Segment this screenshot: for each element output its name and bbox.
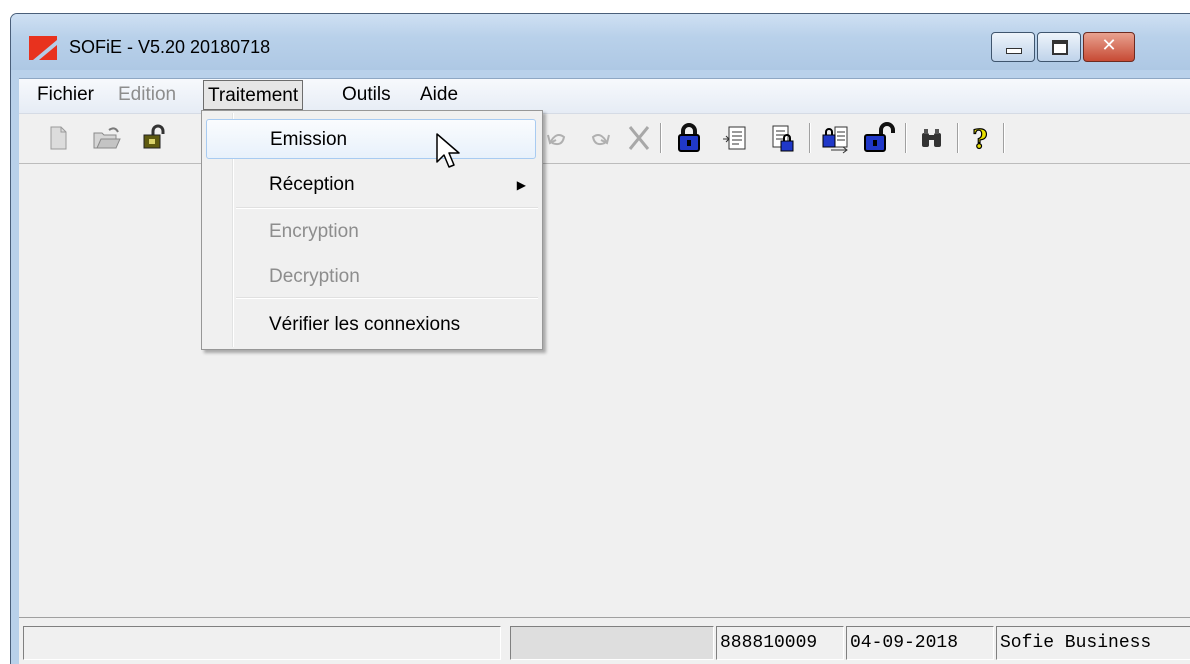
title-bar[interactable]: SOFiE - V5.20 20180718: [11, 14, 1190, 70]
menu-item-label: Decryption: [269, 266, 360, 287]
client-area: Fichier Edition Traitement Outils Aide ?…: [19, 78, 1190, 664]
menu-item-label: Vérifier les connexions: [269, 314, 461, 335]
mouse-pointer-icon: [436, 133, 460, 168]
menu-item-decryption[interactable]: Decryption: [206, 257, 536, 297]
app-logo-icon: [29, 36, 57, 60]
status-bar: 888810009 04-09-2018 Sofie Business: [19, 617, 1190, 664]
menu-outils[interactable]: Outils: [338, 80, 395, 110]
new-document-icon[interactable]: [41, 121, 75, 155]
redo-icon[interactable]: [585, 121, 619, 155]
submenu-arrow-icon: ▶: [516, 178, 526, 192]
document-list-icon[interactable]: [719, 121, 753, 155]
toolbar-separator: [1003, 123, 1005, 153]
menu-item-label: Emission: [270, 129, 348, 150]
toolbar-separator: [809, 123, 811, 153]
menu-separator: [236, 207, 538, 209]
document-lock-icon[interactable]: [765, 121, 799, 155]
menu-aide[interactable]: Aide: [416, 80, 462, 110]
status-panel-product: Sofie Business: [996, 626, 1190, 660]
binoculars-icon[interactable]: [915, 121, 949, 155]
toolbar-separator: [905, 123, 907, 153]
menu-bar: Fichier Edition Traitement Outils Aide: [19, 79, 1190, 114]
open-folder-icon[interactable]: [89, 121, 123, 155]
maximize-button[interactable]: [1037, 32, 1081, 62]
close-button[interactable]: [1083, 32, 1135, 62]
menu-item-encryption[interactable]: Encryption: [206, 212, 536, 252]
delete-icon[interactable]: [622, 121, 656, 155]
encrypt-lock-icon[interactable]: [672, 121, 706, 155]
menu-item-label: Réception: [269, 174, 355, 195]
toolbar: ?: [19, 115, 1190, 164]
menu-edition[interactable]: Edition: [114, 80, 180, 110]
toolbar-separator: [660, 123, 662, 153]
menu-separator: [236, 297, 538, 299]
window-title: SOFiE - V5.20 20180718: [69, 37, 271, 57]
status-panel-date: 04-09-2018: [846, 626, 994, 660]
status-panel-progress: [510, 626, 714, 660]
menu-traitement[interactable]: Traitement: [203, 80, 304, 110]
unlock-icon[interactable]: [137, 121, 171, 155]
app-window: SOFiE - V5.20 20180718 Fichier Edition T…: [10, 13, 1190, 664]
svg-text:?: ?: [972, 125, 987, 155]
menu-fichier[interactable]: Fichier: [33, 80, 98, 110]
help-icon[interactable]: ?: [963, 121, 997, 155]
workspace: [19, 164, 1190, 616]
minimize-button[interactable]: [991, 32, 1035, 62]
menu-item-emission[interactable]: Emission: [206, 119, 536, 159]
menu-item-reception[interactable]: Réception ▶: [206, 165, 536, 205]
toolbar-separator: [957, 123, 959, 153]
menu-item-verifier-connexions[interactable]: Vérifier les connexions: [206, 305, 536, 345]
decrypt-lock-icon[interactable]: [861, 121, 895, 155]
transfer-icon[interactable]: [819, 121, 853, 155]
traitement-dropdown-menu: Emission Réception ▶ Encryption Decrypti…: [201, 110, 543, 350]
status-panel-message: [23, 626, 501, 660]
menu-item-label: Encryption: [269, 221, 359, 242]
undo-icon[interactable]: [538, 121, 572, 155]
status-panel-id: 888810009: [716, 626, 844, 660]
